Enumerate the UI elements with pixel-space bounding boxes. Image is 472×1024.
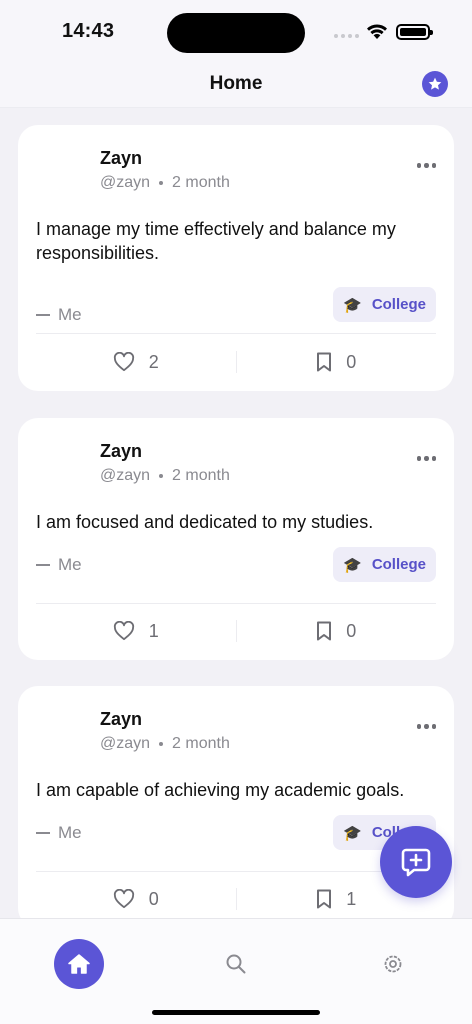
attribution-label: Me bbox=[58, 555, 82, 574]
heart-icon bbox=[113, 352, 134, 372]
bookmark-icon bbox=[317, 352, 332, 372]
tab-bar bbox=[0, 918, 472, 1024]
category-label: College bbox=[371, 556, 426, 573]
like-count: 0 bbox=[148, 888, 159, 909]
status-bar: 14:43 bbox=[0, 0, 472, 62]
new-post-button[interactable] bbox=[380, 826, 452, 898]
like-button[interactable]: 0 bbox=[36, 889, 236, 910]
post-card[interactable]: Zayn @zayn 2 month I manage my time effe… bbox=[18, 125, 454, 391]
bookmark-count: 0 bbox=[346, 620, 357, 641]
nav-header: Home bbox=[0, 62, 472, 108]
heart-icon bbox=[113, 889, 134, 909]
graduation-cap-icon: 🎓 bbox=[343, 824, 362, 842]
post-actions: 0 1 bbox=[36, 880, 436, 918]
post-attribution: Me bbox=[36, 305, 82, 325]
meta-separator bbox=[159, 474, 164, 478]
like-button[interactable]: 2 bbox=[36, 352, 236, 373]
post-attribution: Me bbox=[36, 555, 82, 575]
post-attribution: Me bbox=[36, 823, 82, 843]
like-count: 1 bbox=[148, 620, 159, 641]
post-text: I am focused and dedicated to my studies… bbox=[36, 512, 374, 532]
bookmark-icon bbox=[317, 889, 332, 909]
post-age: 2 month bbox=[172, 467, 230, 484]
tab-home[interactable] bbox=[54, 939, 104, 989]
divider bbox=[36, 333, 436, 334]
attribution-label: Me bbox=[58, 823, 82, 842]
dynamic-island bbox=[167, 13, 305, 53]
author-name: Zayn bbox=[100, 148, 143, 168]
star-icon bbox=[428, 77, 442, 90]
like-count: 2 bbox=[148, 351, 159, 372]
post-card[interactable]: Zayn @zayn 2 month I am focused and dedi… bbox=[18, 418, 454, 660]
post-age: 2 month bbox=[172, 174, 230, 191]
post-text: I am capable of achieving my academic go… bbox=[36, 780, 405, 800]
divider bbox=[36, 871, 436, 872]
category-label: College bbox=[371, 296, 426, 313]
post-text: I manage my time effectively and balance… bbox=[36, 219, 396, 263]
home-indicator bbox=[152, 1010, 320, 1015]
heart-icon bbox=[113, 621, 134, 641]
bookmark-button[interactable]: 0 bbox=[237, 621, 437, 642]
author-name: Zayn bbox=[100, 709, 143, 729]
category-tag[interactable]: 🎓 College bbox=[333, 547, 436, 582]
graduation-cap-icon: 🎓 bbox=[343, 556, 362, 574]
tab-search[interactable] bbox=[211, 939, 261, 989]
divider bbox=[36, 603, 436, 604]
post-meta: @zayn 2 month bbox=[100, 174, 230, 192]
status-time: 14:43 bbox=[62, 20, 115, 42]
battery-icon bbox=[396, 24, 433, 40]
author-handle: @zayn bbox=[100, 467, 151, 484]
bookmark-button[interactable]: 0 bbox=[237, 352, 437, 373]
search-icon bbox=[226, 954, 246, 974]
more-options-button[interactable] bbox=[416, 724, 436, 729]
category-tag[interactable]: 🎓 College bbox=[333, 287, 436, 322]
new-post-icon bbox=[401, 848, 431, 877]
post-feed[interactable]: Zayn @zayn 2 month I manage my time effe… bbox=[0, 108, 472, 918]
meta-separator bbox=[159, 742, 164, 746]
tab-settings[interactable] bbox=[368, 939, 418, 989]
favorites-button[interactable] bbox=[422, 71, 448, 97]
post-actions: 2 0 bbox=[36, 343, 436, 381]
post-meta: @zayn 2 month bbox=[100, 735, 230, 753]
author-handle: @zayn bbox=[100, 174, 151, 191]
attribution-label: Me bbox=[58, 305, 82, 324]
author-handle: @zayn bbox=[100, 735, 151, 752]
more-options-button[interactable] bbox=[416, 163, 436, 168]
wifi-icon bbox=[367, 24, 387, 39]
post-age: 2 month bbox=[172, 735, 230, 752]
settings-icon bbox=[384, 955, 402, 973]
meta-separator bbox=[159, 181, 164, 185]
post-actions: 1 0 bbox=[36, 612, 436, 650]
graduation-cap-icon: 🎓 bbox=[343, 296, 362, 314]
cellular-signal-icon bbox=[334, 34, 359, 38]
bookmark-icon bbox=[317, 621, 332, 641]
like-button[interactable]: 1 bbox=[36, 621, 236, 642]
post-meta: @zayn 2 month bbox=[100, 467, 230, 485]
author-name: Zayn bbox=[100, 441, 143, 461]
more-options-button[interactable] bbox=[416, 456, 436, 461]
bookmark-count: 0 bbox=[346, 351, 357, 372]
bookmark-count: 1 bbox=[346, 888, 357, 909]
house-icon bbox=[68, 954, 90, 974]
page-title: Home bbox=[209, 73, 263, 94]
